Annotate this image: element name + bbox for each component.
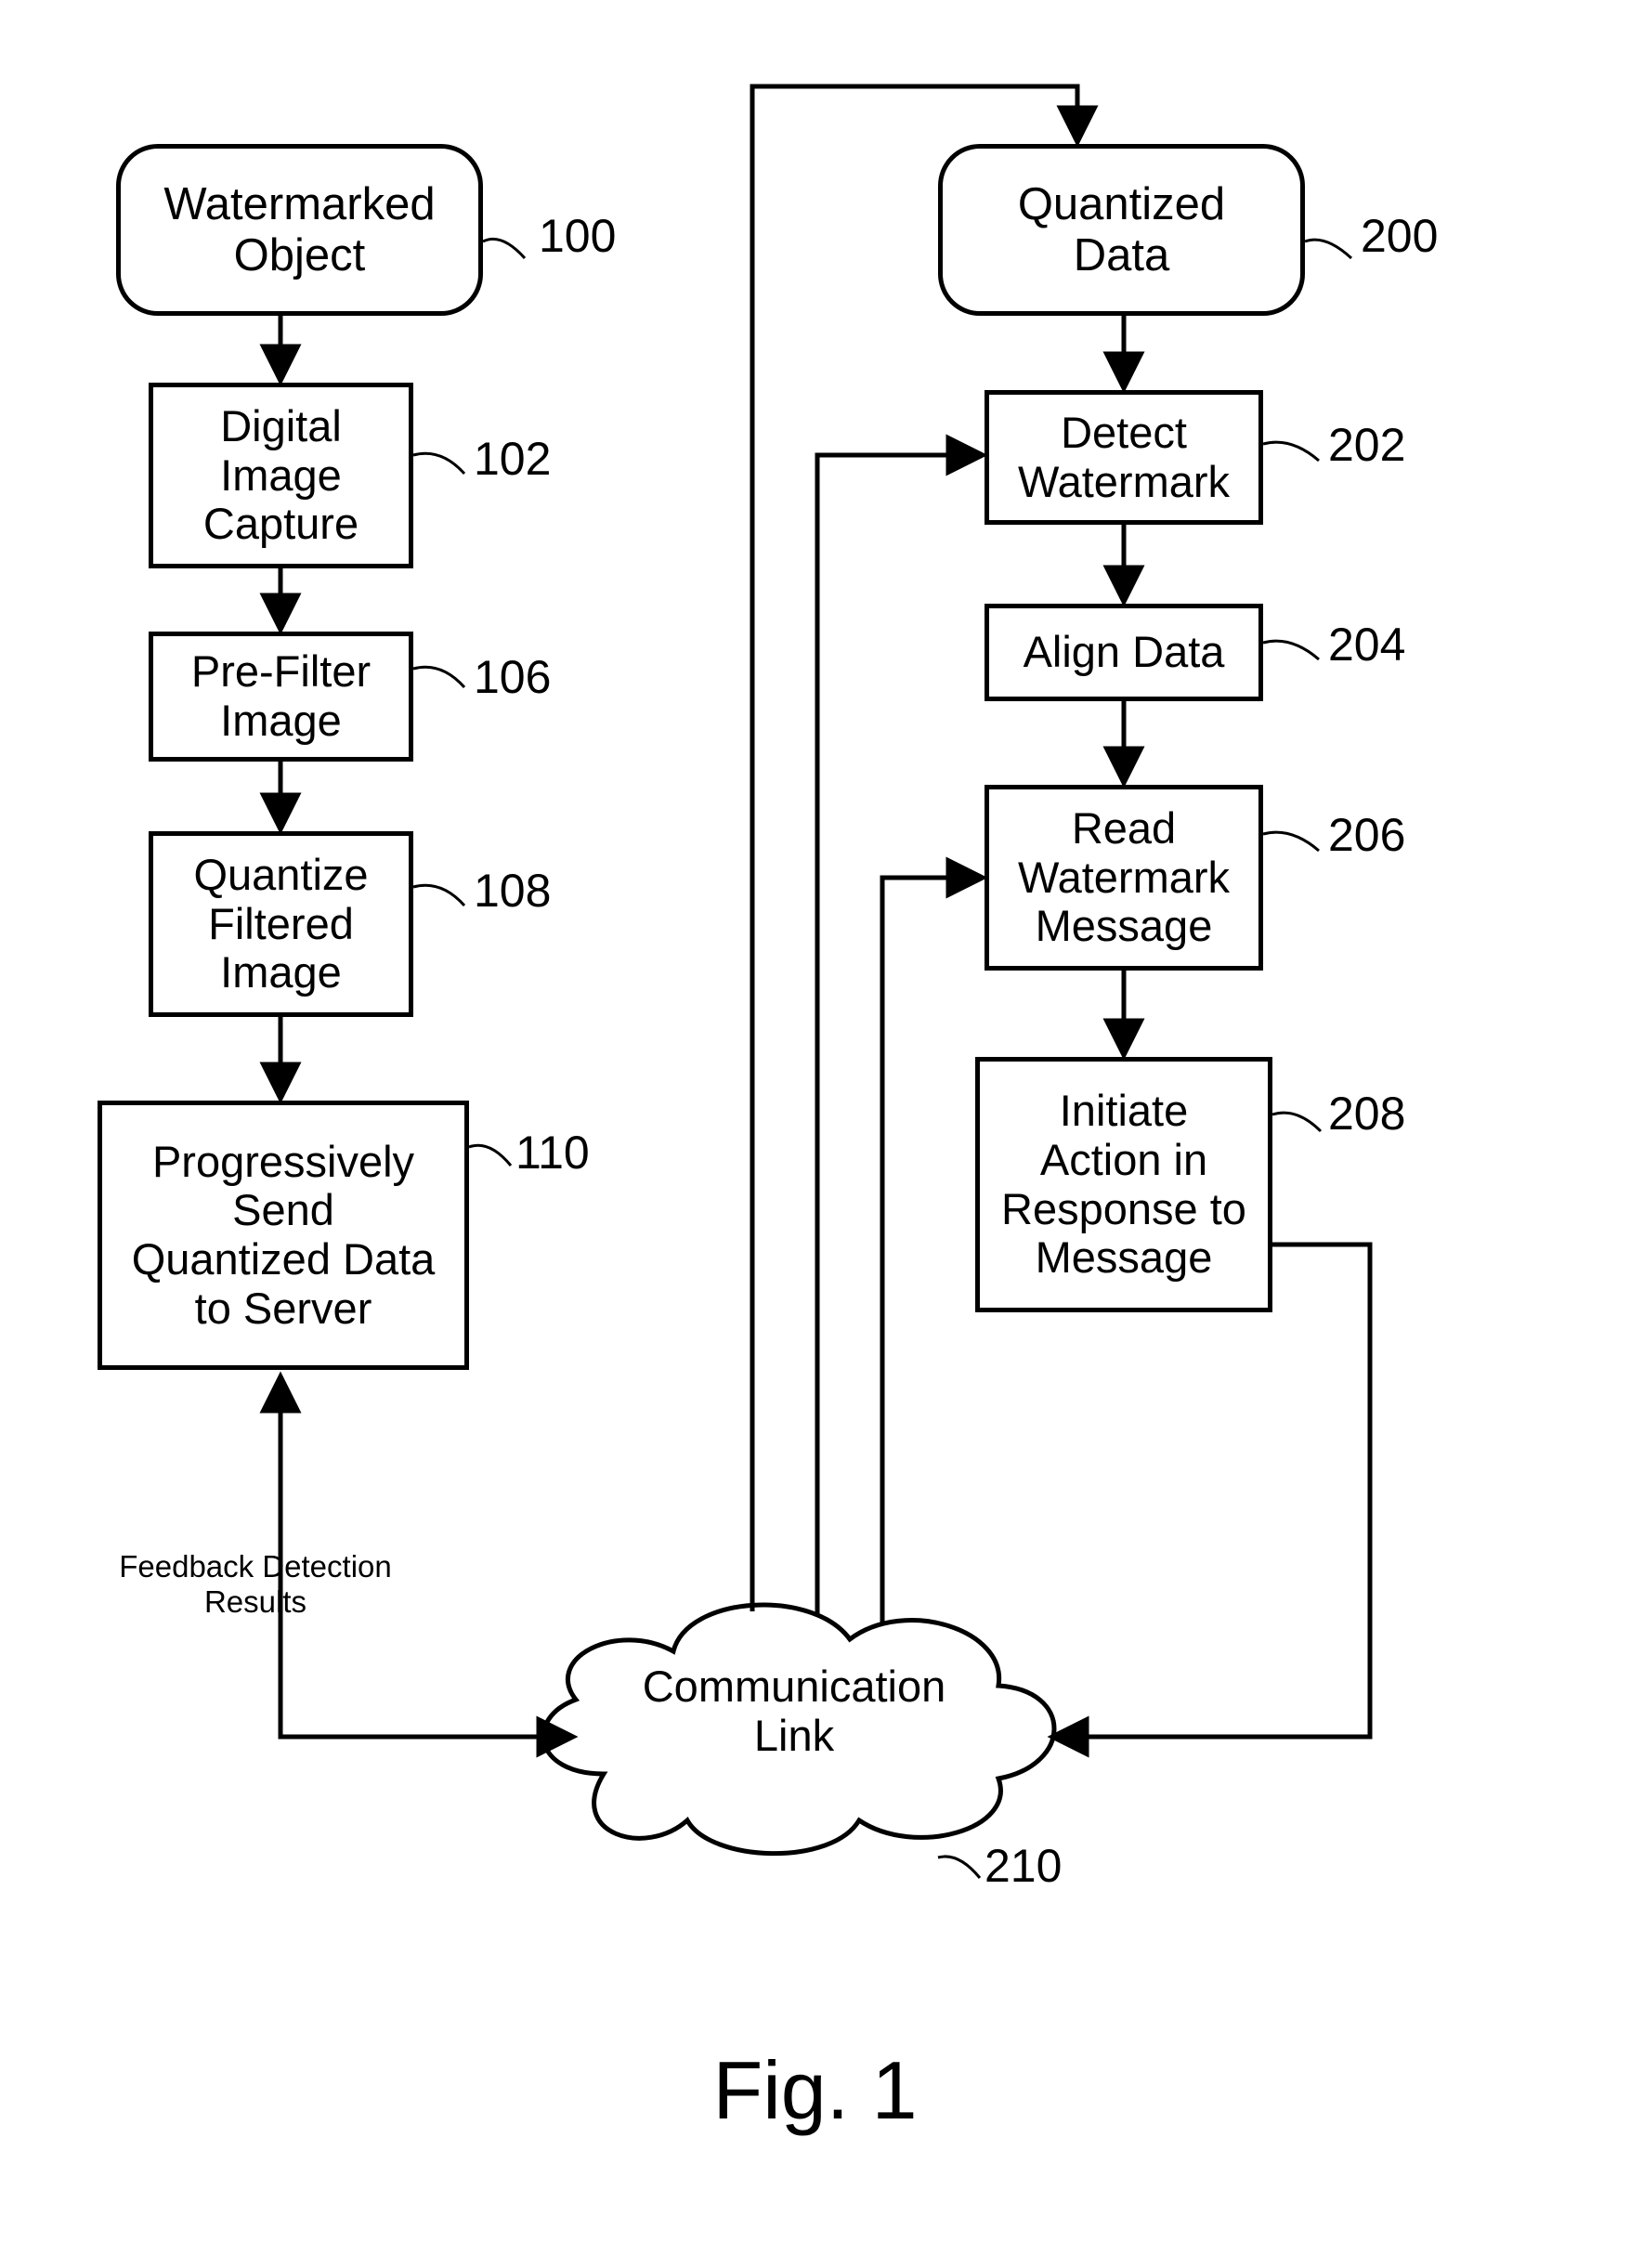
node-progressively-send: ProgressivelySendQuantized Datato Server — [98, 1101, 469, 1370]
cloud-label: CommunicationLink — [515, 1662, 1073, 1760]
node-label: WatermarkedObject — [163, 179, 435, 280]
ref-102: 102 — [474, 432, 551, 486]
ref-106: 106 — [474, 650, 551, 704]
cloud-text: CommunicationLink — [643, 1662, 946, 1760]
ref-210: 210 — [985, 1839, 1062, 1893]
node-quantize-filtered-image: QuantizeFilteredImage — [149, 831, 413, 1017]
node-watermarked-object: WatermarkedObject — [116, 144, 483, 316]
ref-202: 202 — [1328, 418, 1405, 472]
node-quantized-data: QuantizedData — [938, 144, 1305, 316]
node-pre-filter-image: Pre-FilterImage — [149, 632, 413, 762]
node-label: Pre-FilterImage — [191, 646, 371, 745]
node-label: InitiateAction inResponse toMessage — [1001, 1086, 1246, 1282]
ref-110: 110 — [515, 1126, 590, 1180]
feedback-detection-results-label: Feedback DetectionResults — [107, 1549, 404, 1620]
node-label: ProgressivelySendQuantized Datato Server — [132, 1137, 436, 1333]
ref-206: 206 — [1328, 808, 1405, 862]
node-initiate-action: InitiateAction inResponse toMessage — [975, 1057, 1272, 1312]
ref-204: 204 — [1328, 618, 1405, 671]
node-read-watermark-message: ReadWatermarkMessage — [985, 785, 1263, 971]
figure-caption: Fig. 1 — [0, 2043, 1630, 2138]
node-label: Align Data — [1024, 627, 1225, 676]
node-label: DetectWatermark — [1018, 408, 1230, 506]
ref-108: 108 — [474, 864, 551, 918]
node-align-data: Align Data — [985, 604, 1263, 701]
node-label: DigitalImageCapture — [203, 401, 359, 548]
node-detect-watermark: DetectWatermark — [985, 390, 1263, 525]
node-label: QuantizedData — [1018, 179, 1225, 280]
node-label: QuantizeFilteredImage — [193, 850, 368, 997]
feedback-text: Feedback DetectionResults — [119, 1549, 392, 1619]
ref-100: 100 — [539, 209, 616, 263]
ref-208: 208 — [1328, 1087, 1405, 1141]
node-label: ReadWatermarkMessage — [1018, 803, 1230, 950]
node-digital-image-capture: DigitalImageCapture — [149, 383, 413, 568]
ref-200: 200 — [1361, 209, 1438, 263]
